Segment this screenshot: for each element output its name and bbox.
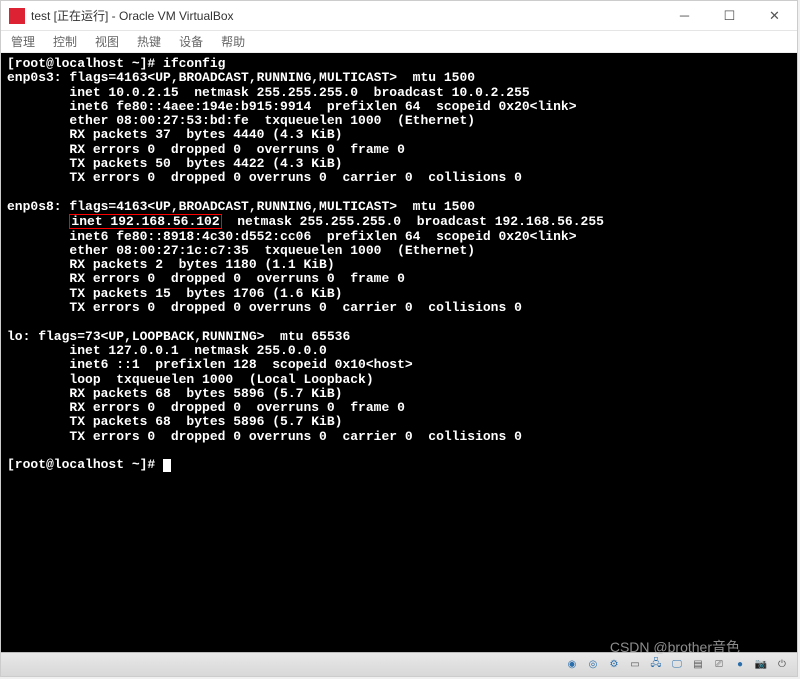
highlighted-ip: inet 192.168.56.102	[69, 214, 221, 229]
iface-txe: TX errors 0 dropped 0 overruns 0 carrier…	[7, 429, 522, 444]
inet-post: netmask 255.255.255.0 broadcast 192.168.…	[222, 214, 604, 229]
iface-flags: flags=4163<UP,BROADCAST,RUNNING,MULTICAS…	[62, 199, 475, 214]
iface-rxe: RX errors 0 dropped 0 overruns 0 frame 0	[7, 400, 405, 415]
clipboard-icon[interactable]: ▤	[689, 656, 707, 674]
minimize-button[interactable]: ─	[662, 1, 707, 31]
mouse-icon[interactable]: ⎚	[710, 656, 728, 674]
power-icon[interactable]: ⏻	[773, 656, 791, 674]
iface-txp: TX packets 68 bytes 5896 (5.7 KiB)	[7, 414, 342, 429]
window-title: test [正在运行] - Oracle VM VirtualBox	[31, 7, 662, 24]
iface-rxp: RX packets 68 bytes 5896 (5.7 KiB)	[7, 386, 342, 401]
iface-rxe: RX errors 0 dropped 0 overruns 0 frame 0	[7, 271, 405, 286]
iface-inet: inet 127.0.0.1 netmask 255.0.0.0	[7, 343, 327, 358]
window-controls: ─ ☐ ✕	[662, 1, 797, 31]
maximize-button[interactable]: ☐	[707, 1, 752, 31]
virtualbox-window: test [正在运行] - Oracle VM VirtualBox ─ ☐ ✕…	[0, 0, 798, 677]
iface-txe: TX errors 0 dropped 0 overruns 0 carrier…	[7, 170, 522, 185]
menu-help[interactable]: 帮助	[221, 33, 245, 50]
iface-name: enp0s3:	[7, 70, 62, 85]
titlebar: test [正在运行] - Oracle VM VirtualBox ─ ☐ ✕	[1, 1, 797, 31]
watermark: CSDN @brother音色	[610, 637, 740, 657]
command: ifconfig	[163, 56, 225, 71]
network-icon[interactable]: 🖧	[647, 656, 665, 674]
cd-icon[interactable]: ◎	[584, 656, 602, 674]
iface-inet6: inet6 ::1 prefixlen 128 scopeid 0x10<hos…	[7, 357, 413, 372]
iface-inet6: inet6 fe80::4aee:194e:b915:9914 prefixle…	[7, 99, 577, 114]
menu-control[interactable]: 控制	[53, 33, 77, 50]
iface-rxp: RX packets 2 bytes 1180 (1.1 KiB)	[7, 257, 335, 272]
iface-flags: flags=73<UP,LOOPBACK,RUNNING> mtu 65536	[30, 329, 350, 344]
prompt: [root@localhost ~]#	[7, 457, 163, 472]
cursor	[163, 459, 171, 472]
iface-rxp: RX packets 37 bytes 4440 (4.3 KiB)	[7, 127, 342, 142]
menu-manage[interactable]: 管理	[11, 33, 35, 50]
virtualbox-icon	[9, 8, 25, 24]
usb-icon[interactable]: ⚙	[605, 656, 623, 674]
iface-txp: TX packets 50 bytes 4422 (4.3 KiB)	[7, 156, 342, 171]
camera-icon[interactable]: 📷	[752, 656, 770, 674]
iface-ether: ether 08:00:27:53:bd:fe txqueuelen 1000 …	[7, 113, 475, 128]
terminal-output[interactable]: [root@localhost ~]# ifconfig enp0s3: fla…	[1, 53, 797, 652]
folder-icon[interactable]: ▭	[626, 656, 644, 674]
iface-inet6: inet6 fe80::8918:4c30:d552:cc06 prefixle…	[7, 229, 577, 244]
iface-txe: TX errors 0 dropped 0 overruns 0 carrier…	[7, 300, 522, 315]
iface-txp: TX packets 15 bytes 1706 (1.6 KiB)	[7, 286, 342, 301]
iface-inet: inet 10.0.2.15 netmask 255.255.255.0 bro…	[7, 85, 530, 100]
menu-view[interactable]: 视图	[95, 33, 119, 50]
close-button[interactable]: ✕	[752, 1, 797, 31]
iface-flags: flags=4163<UP,BROADCAST,RUNNING,MULTICAS…	[62, 70, 475, 85]
menu-device[interactable]: 设备	[179, 33, 203, 50]
inet-pre	[7, 214, 69, 229]
iface-name: lo:	[7, 329, 30, 344]
iface-ether: ether 08:00:27:1c:c7:35 txqueuelen 1000 …	[7, 243, 475, 258]
display-icon[interactable]: 🖵	[668, 656, 686, 674]
menubar: 管理 控制 视图 热键 设备 帮助	[1, 31, 797, 53]
prompt: [root@localhost ~]#	[7, 56, 163, 71]
menu-hotkey[interactable]: 热键	[137, 33, 161, 50]
iface-loop: loop txqueuelen 1000 (Local Loopback)	[7, 372, 374, 387]
iface-name: enp0s8:	[7, 199, 62, 214]
record-icon[interactable]: ●	[731, 656, 749, 674]
disk-icon[interactable]: ◉	[563, 656, 581, 674]
iface-rxe: RX errors 0 dropped 0 overruns 0 frame 0	[7, 142, 405, 157]
